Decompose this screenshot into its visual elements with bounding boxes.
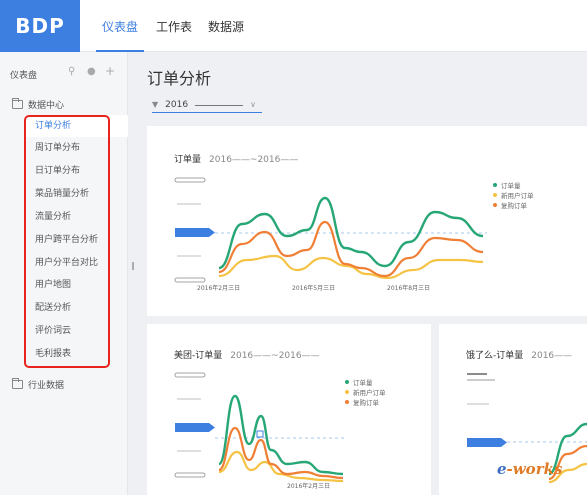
- chart-card-meituan: 美团-订单量 2016——~2016—— 订单量 新用户订单 复购订单 2016年…: [147, 324, 431, 495]
- legend-item-new[interactable]: 新用户订单: [493, 190, 534, 200]
- axis-value-marker: [175, 228, 209, 237]
- axis-value-pointer: [501, 438, 507, 447]
- x-tick-label: 2016年2月三日: [197, 285, 241, 292]
- folder-icon: [12, 378, 23, 389]
- axis-scroll-handle: [174, 277, 206, 283]
- sidebar-item-review-cloud[interactable]: 评价词云: [24, 320, 128, 342]
- axis-value-marker: [467, 438, 501, 447]
- legend-marker-repeat: [493, 203, 497, 207]
- legend-label: 新用户订单: [353, 389, 386, 397]
- legend-label: 复购订单: [501, 202, 527, 210]
- tab-datasource[interactable]: 数据源: [208, 18, 244, 35]
- sidebar-item-daily-orders[interactable]: 日订单分布: [24, 160, 128, 182]
- legend-label: 订单量: [501, 182, 521, 190]
- legend-marker-new: [493, 193, 497, 197]
- legend-marker-repeat: [345, 400, 349, 404]
- x-tick-label: 2016年8月三日: [387, 285, 431, 292]
- sidebar-item-user-map[interactable]: 用户地图: [24, 274, 128, 296]
- legend-item-total[interactable]: 订单量: [493, 180, 534, 190]
- tab-dashboard[interactable]: 仪表盘: [95, 18, 145, 52]
- plus-icon[interactable]: +: [105, 64, 115, 78]
- app-logo[interactable]: BDP: [0, 0, 80, 52]
- legend-item-repeat[interactable]: 复购订单: [493, 200, 534, 210]
- folder-data-center[interactable]: 数据中心: [12, 98, 64, 111]
- filter-placeholder-line: [195, 104, 244, 106]
- axis-value-pointer: [209, 228, 215, 237]
- highlight-marker: [256, 430, 264, 438]
- sidebar-item-order-analysis[interactable]: 订单分析: [24, 115, 128, 137]
- sidebar-resize-handle[interactable]: [132, 262, 134, 270]
- sidebar-item-delivery[interactable]: 配送分析: [24, 297, 128, 319]
- axis-value-pointer: [209, 423, 215, 432]
- x-tick-label: 2016年5月三日: [292, 285, 336, 292]
- sidebar-item-weekly-orders[interactable]: 周订单分布: [24, 137, 128, 159]
- sidebar-item-dish-sales[interactable]: 菜品销量分析: [24, 183, 128, 205]
- watermark-logo: e-works: [497, 460, 563, 478]
- legend-item-new[interactable]: 新用户订单: [345, 387, 386, 397]
- chart-legend: 订单量 新用户订单 复购订单: [493, 180, 534, 210]
- series-line-new: [218, 254, 484, 280]
- filter-icon: ▼: [152, 100, 159, 109]
- legend-label: 订单量: [353, 379, 373, 387]
- date-filter[interactable]: ▼ 2016 ∨: [152, 97, 262, 113]
- chevron-down-icon: ∨: [250, 100, 256, 109]
- x-tick-label: 2016年2月三日: [287, 483, 331, 490]
- filter-value: 2016: [165, 99, 189, 110]
- legend-label: 新用户订单: [501, 192, 534, 200]
- line-chart-meituan: [174, 372, 345, 483]
- sidebar-item-gross-profit[interactable]: 毛利报表: [24, 343, 128, 365]
- top-bar: BDP 仪表盘 工作表 数据源: [0, 0, 587, 52]
- legend-marker-new: [345, 390, 349, 394]
- sidebar-item-cross-platform[interactable]: 用户跨平台分析: [24, 229, 128, 251]
- legend-item-total[interactable]: 订单量: [345, 377, 386, 387]
- axis-scroll-handle: [174, 472, 206, 478]
- chart-card-orders: 订单量 2016——~2016—— 订单量 新用户订单 复购订单 2016年2月三…: [147, 126, 587, 316]
- sidebar-item-platform-compare[interactable]: 用户分平台对比: [24, 252, 128, 274]
- folder-label: 行业数据: [28, 381, 65, 391]
- legend-label: 复购订单: [353, 399, 379, 407]
- chart-legend: 订单量 新用户订单 复购订单: [345, 377, 386, 407]
- axis-scroll-handle: [174, 177, 206, 183]
- legend-marker-total: [345, 380, 349, 384]
- sidebar-item-traffic[interactable]: 流量分析: [24, 206, 128, 228]
- axis-scroll-handle: [174, 372, 206, 378]
- tab-worksheet[interactable]: 工作表: [156, 18, 192, 35]
- search-icon[interactable]: ⚲: [68, 66, 75, 77]
- folder-label: 数据中心: [28, 101, 65, 111]
- sidebar-heading: 仪表盘: [10, 71, 38, 81]
- folder-icon: [12, 98, 23, 109]
- pin-icon[interactable]: ●: [87, 66, 96, 77]
- axis-value-marker: [175, 423, 209, 432]
- page-title: 订单分析: [147, 69, 212, 88]
- sidebar: 仪表盘 ⚲ ● + 数据中心 订单分析 周订单分布 日订单分布 菜品销量分析 流…: [0, 52, 128, 495]
- legend-item-repeat[interactable]: 复购订单: [345, 397, 386, 407]
- series-line-total: [217, 394, 344, 476]
- legend-marker-total: [493, 183, 497, 187]
- folder-industry-data[interactable]: 行业数据: [12, 378, 64, 391]
